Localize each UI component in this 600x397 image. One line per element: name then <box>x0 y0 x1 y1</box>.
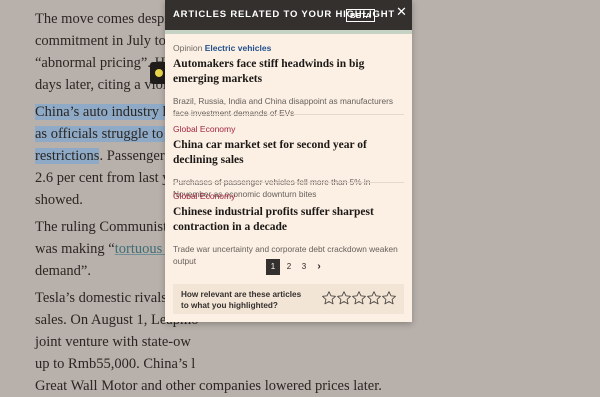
beta-badge: BETA <box>346 9 376 22</box>
star-icon[interactable] <box>381 290 397 306</box>
article-title-link[interactable]: Chinese industrial profits suffer sharpe… <box>173 205 404 234</box>
close-icon[interactable]: ✕ <box>396 6 407 20</box>
article-category[interactable]: Global Economy <box>173 191 404 202</box>
article-line: showed. <box>35 192 83 208</box>
page-1-button[interactable]: 1 <box>266 259 280 275</box>
rating-question: How relevant are these articles to what … <box>181 290 302 310</box>
divider <box>173 114 404 115</box>
popup-header: ARTICLES RELATED TO YOUR HIGHLIGHT BETA … <box>165 0 412 34</box>
article-description: Brazil, Russia, India and China disappoi… <box>173 96 393 118</box>
article-category: Opinion Electric vehicles <box>173 43 272 53</box>
highlighted-text[interactable]: restrictions <box>35 148 100 164</box>
chevron-right-icon[interactable]: › <box>312 259 326 275</box>
related-article-item[interactable]: Global Economy Chinese industrial profit… <box>173 191 404 267</box>
article-line: up to Rmb55,000. China’s l <box>35 356 196 372</box>
related-articles-popup: ARTICLES RELATED TO YOUR HIGHLIGHT BETA … <box>165 0 412 322</box>
article-title-link[interactable]: China car market set for second year of … <box>173 138 404 167</box>
article-line: demand”. <box>35 263 91 279</box>
article-line: Great Wall Motor and other companies low… <box>35 378 382 394</box>
page-3-button[interactable]: 3 <box>297 259 311 275</box>
related-article-item[interactable]: Global Economy China car market set for … <box>173 124 404 200</box>
divider <box>173 182 404 183</box>
category-link[interactable]: Electric vehicles <box>205 43 272 53</box>
page-2-button[interactable]: 2 <box>282 259 296 275</box>
article-line: joint venture with state-ow <box>35 334 191 350</box>
star-icon[interactable] <box>336 290 352 306</box>
star-icon[interactable] <box>366 290 382 306</box>
article-category[interactable]: Global Economy <box>173 124 404 135</box>
highlight-dot-icon <box>155 69 163 77</box>
related-article-item[interactable]: Opinion Electric vehicles Automakers fac… <box>173 43 404 119</box>
star-icon[interactable] <box>351 290 367 306</box>
star-icon[interactable] <box>321 290 337 306</box>
relevance-rating: How relevant are these articles to what … <box>173 284 404 314</box>
article-title-link[interactable]: Automakers face stiff headwinds in big e… <box>173 57 404 86</box>
